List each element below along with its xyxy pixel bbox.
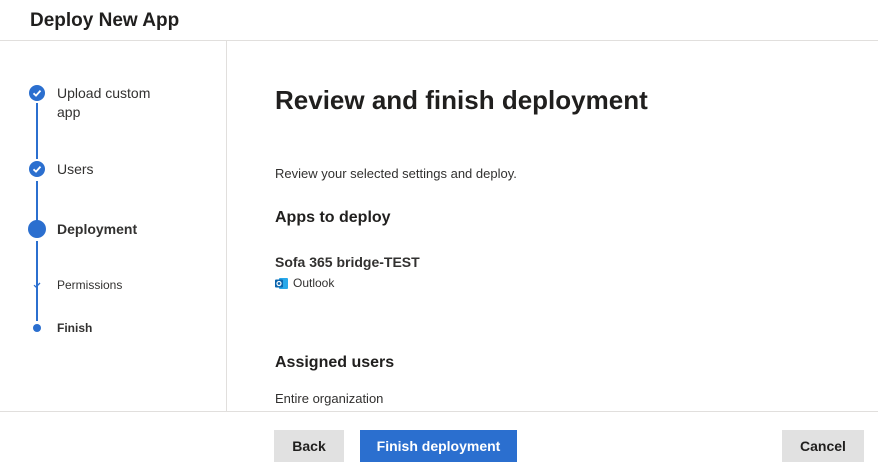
step-upload-label: Upload custom app <box>57 85 151 120</box>
substep-permissions-check-icon <box>33 282 41 288</box>
main-content: Review and finish deployment Review your… <box>227 41 878 411</box>
app-name: Sofa 365 bridge-TEST <box>275 254 420 270</box>
outlook-icon <box>275 277 288 289</box>
assigned-users-value: Entire organization <box>275 391 384 406</box>
dialog-footer: Back Finish deployment Cancel <box>0 411 878 473</box>
substep-finish-label: Finish <box>57 321 93 335</box>
page-title: Review and finish deployment <box>275 85 648 115</box>
finish-deployment-button[interactable]: Finish deployment <box>360 430 517 462</box>
apps-heading: Apps to deploy <box>275 209 391 226</box>
back-button[interactable]: Back <box>274 430 344 462</box>
substep-finish-current-icon <box>33 324 41 332</box>
app-client-label: Outlook <box>293 276 335 290</box>
substep-permissions-label: Permissions <box>57 278 123 292</box>
page-description: Review your selected settings and deploy… <box>275 166 517 181</box>
dialog-header: Deploy New App <box>0 0 878 41</box>
step-users-complete-icon <box>29 161 45 177</box>
step-deployment-label: Deployment <box>57 221 138 237</box>
app-client: Outlook <box>275 276 334 290</box>
step-deployment-current-icon <box>28 220 46 238</box>
step-upload-complete-icon <box>29 85 45 101</box>
users-heading: Assigned users <box>275 354 395 371</box>
cancel-button[interactable]: Cancel <box>782 430 864 462</box>
step-connector-2 <box>36 181 38 221</box>
step-users-label: Users <box>57 161 94 177</box>
dialog-title: Deploy New App <box>30 10 180 31</box>
step-connector-1 <box>36 103 38 159</box>
step-sidebar: Upload custom app Users Deployment Permi… <box>0 41 227 411</box>
